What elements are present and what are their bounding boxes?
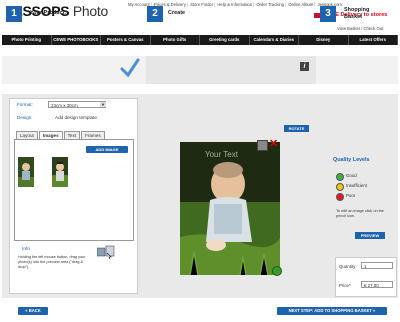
step-2-label: Create [168, 10, 186, 16]
info-heading: Info [22, 247, 31, 252]
separator: | [314, 2, 316, 7]
chevron-down-icon[interactable]: ▼ [100, 102, 106, 107]
chevron-right-icon: » [371, 308, 376, 313]
images-tab-panel [14, 139, 134, 241]
format-label: Format: [17, 102, 33, 107]
step-3-number: 3 [320, 6, 336, 22]
nav-calendars-diaries[interactable]: Calendars & Diaries [250, 35, 299, 45]
nav-posters-canvas[interactable]: Posters & Canvas [101, 35, 151, 45]
nav-latest-offers[interactable]: Latest Offers [349, 35, 398, 45]
design-template-link[interactable]: Add design template [55, 115, 97, 120]
main-nav: Photo Printing CEWE PHOTOBOOKS Posters &… [2, 35, 398, 45]
nav-photo-gifts[interactable]: Photo Gifts [151, 35, 200, 45]
quality-hint: To edit an image click on the pencil ico… [336, 209, 384, 218]
next-step-button[interactable]: NEXT STEP: ADD TO SHOPPING BASKET » [277, 307, 387, 315]
nav-disney[interactable]: Disney [299, 35, 349, 45]
back-button[interactable]: « BACK [18, 307, 48, 315]
smiley-insufficient-icon [336, 183, 344, 191]
nav-photo-printing[interactable]: Photo Printing [2, 35, 52, 45]
step-1-number: 1 [6, 6, 22, 22]
price-field: € 27.00 [361, 281, 393, 288]
pencil-icon[interactable] [257, 140, 268, 151]
smiley-good-icon [336, 173, 344, 181]
view-basket-link[interactable]: View Basket / Check Out [337, 26, 383, 31]
link-online-album[interactable]: Online Album [288, 2, 313, 7]
link-store-finder[interactable]: Store Finder [190, 2, 213, 7]
back-label: BACK [28, 308, 41, 313]
preview-button[interactable]: PREVIEW [355, 232, 385, 239]
link-order-tracking[interactable]: Order Tracking [256, 2, 284, 7]
smiley-poor-icon [336, 193, 344, 201]
design-label: Design: [17, 115, 33, 120]
step-2-panel [146, 56, 316, 84]
step-1-label: Your Product: [30, 10, 67, 16]
editor-tabs: Layout Images Text Frames [16, 131, 106, 140]
drag-drop-icon [97, 245, 115, 259]
quantity-label: Quantity [339, 264, 356, 269]
separator: | [214, 2, 216, 7]
add-image-button[interactable]: ADD IMAGE [86, 146, 128, 153]
rotate-handle-icon[interactable] [272, 266, 282, 276]
image-thumbnail[interactable] [52, 157, 68, 187]
checkmark-icon [120, 58, 140, 78]
separator: | [285, 2, 287, 7]
quantity-input[interactable]: 1 [361, 262, 393, 269]
link-help[interactable]: Help & Information [217, 2, 252, 7]
info-text: Holding the left mouse button, drag your… [18, 255, 86, 269]
image-thumbnail[interactable] [18, 157, 34, 187]
separator: | [253, 2, 255, 7]
logo-photo: Photo [72, 3, 108, 19]
quality-levels-heading: Quality Levels [333, 157, 370, 163]
close-icon[interactable]: ✕ [269, 139, 278, 150]
price-label: Price* [339, 283, 351, 288]
nav-cewe-photobooks[interactable]: CEWE PHOTOBOOKS [52, 35, 101, 45]
photo-preview[interactable] [180, 142, 280, 275]
next-label: NEXT STEP: ADD TO SHOPPING BASKET [288, 308, 372, 313]
separator: | [186, 2, 188, 7]
format-select[interactable]: 23cm x 30cm [48, 101, 106, 108]
info-icon[interactable]: i [300, 62, 309, 71]
quality-poor-label: Poor [346, 193, 356, 198]
rotate-button[interactable]: ROTATE [284, 125, 309, 132]
quality-insufficient-label: Insufficient [346, 183, 367, 188]
quality-good-label: Good [346, 173, 357, 178]
photo-text-overlay[interactable]: Your Text [205, 150, 238, 159]
step-2-number: 2 [147, 6, 163, 22]
nav-greeting-cards[interactable]: Greeting cards [200, 35, 250, 45]
step-3-label: Shopping Basket [344, 7, 370, 20]
